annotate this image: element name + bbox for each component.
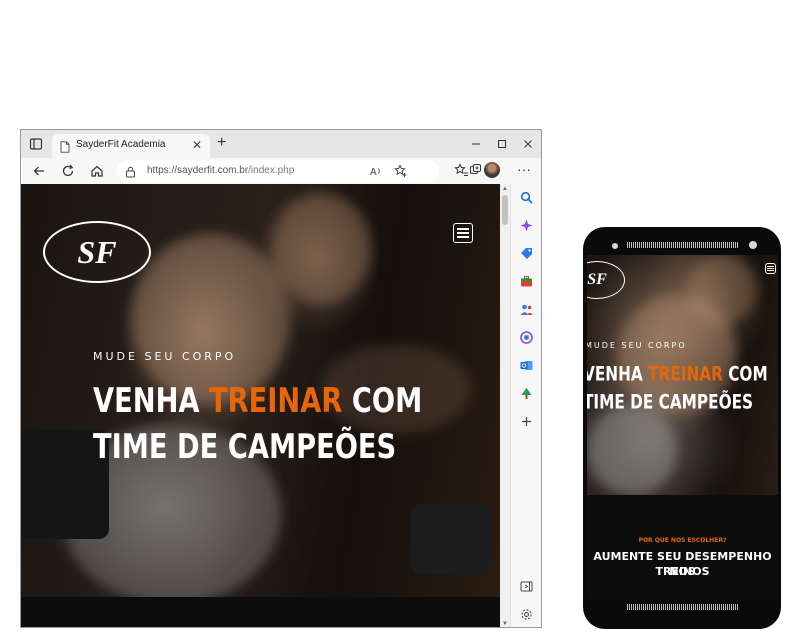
headline-accent: TREINAR — [648, 363, 723, 386]
tree-icon[interactable] — [520, 387, 533, 400]
search-icon[interactable] — [520, 191, 533, 204]
hero-photo-head — [271, 194, 371, 304]
sidebar-toggle-icon[interactable] — [520, 580, 533, 593]
plus-icon[interactable] — [520, 415, 533, 428]
read-aloud-icon[interactable]: A — [369, 164, 383, 183]
window-controls — [463, 130, 541, 158]
hero-headline-line2: TIME DE CAMPEÕES — [93, 428, 397, 467]
headline-post: COM — [722, 363, 768, 386]
section-dark-strip — [21, 597, 500, 627]
hero-kicker: MUDE SEU CORPO — [93, 350, 237, 363]
menu-line — [457, 228, 469, 230]
phone-mockup: SF MUDE SEU CORPO VENHA TREINAR COM TIME… — [583, 227, 781, 629]
people-icon[interactable] — [520, 303, 533, 316]
menu-line — [767, 266, 774, 267]
lock-icon[interactable] — [125, 165, 136, 183]
mobile-hero-banner: SF MUDE SEU CORPO VENHA TREINAR COM TIME… — [587, 255, 778, 495]
scroll-up-arrow[interactable]: ▲ — [502, 186, 508, 192]
url-host: https://sayderfit.com.br — [147, 165, 249, 176]
minimize-button[interactable] — [463, 130, 489, 158]
tab-actions-icon[interactable] — [29, 137, 43, 151]
scroll-thumb[interactable] — [502, 195, 508, 225]
phone-screen: SF MUDE SEU CORPO VENHA TREINAR COM TIME… — [587, 255, 778, 599]
star-plus-icon[interactable] — [394, 164, 408, 183]
edge-sidebar — [510, 184, 541, 627]
outlook-icon[interactable] — [520, 359, 533, 372]
page-viewport: SF MUDE SEU CORPO VENHA TREINAR COM TIME… — [21, 184, 500, 627]
phone-speaker-bottom — [627, 604, 739, 610]
briefcase-icon[interactable] — [520, 275, 533, 288]
maximize-button[interactable] — [489, 130, 515, 158]
scroll-down-arrow[interactable]: ▼ — [502, 621, 508, 627]
logo-text: SF — [77, 233, 117, 270]
close-window-button[interactable] — [515, 130, 541, 158]
browser-window: SayderFit Academia ✕ + https://sayderfit… — [20, 129, 542, 628]
phone-speaker-top — [627, 242, 739, 248]
headline-post: COM — [342, 382, 423, 421]
headline-pre: VENHA — [587, 363, 649, 386]
avatar-icon[interactable] — [484, 162, 500, 178]
mobile-hero-photo-legs — [587, 405, 677, 495]
document-icon — [60, 140, 70, 153]
address-url: https://sayderfit.com.br/index.php — [147, 165, 294, 176]
new-tab-button[interactable]: + — [217, 134, 226, 152]
headline-pre: VENHA — [93, 382, 210, 421]
tab-strip: SayderFit Academia ✕ + — [21, 130, 541, 158]
menu-line — [767, 268, 774, 269]
refresh-icon[interactable] — [60, 163, 76, 179]
arrow-left-icon[interactable] — [31, 163, 47, 179]
hero-photo-dumbbell-2 — [411, 504, 491, 574]
svg-text:A: A — [370, 167, 377, 178]
why-kicker: POR QUE NOS ESCOLHER? — [638, 537, 727, 544]
menu-line — [457, 236, 469, 238]
hero-banner: SF MUDE SEU CORPO VENHA TREINAR COM TIME… — [21, 184, 500, 597]
hamburger-menu-icon[interactable] — [453, 223, 473, 243]
collections-icon[interactable] — [469, 163, 482, 181]
tab-close-button[interactable]: ✕ — [192, 138, 202, 152]
url-path: /index.php — [248, 165, 295, 176]
copilot-icon[interactable] — [520, 219, 533, 232]
more-menu-button[interactable]: ··· — [517, 161, 531, 177]
tab-title: SayderFit Academia — [76, 139, 166, 150]
hero-headline-line1: VENHA TREINAR COM — [93, 382, 422, 421]
stage: SayderFit Academia ✕ + https://sayderfit… — [0, 0, 800, 640]
menu-line — [767, 270, 774, 271]
tab-sayderfit[interactable]: SayderFit Academia ✕ — [52, 134, 210, 158]
phone-sensor — [749, 241, 757, 249]
mobile-hamburger-menu-icon[interactable] — [765, 263, 776, 274]
office-icon[interactable] — [520, 331, 533, 344]
mobile-hero-headline-line2: TIME DE CAMPEÕES — [587, 391, 754, 414]
why-title-line2: TREINOS — [655, 565, 710, 578]
mobile-why-section: POR QUE NOS ESCOLHER? AUMENTE SEU DESEMP… — [587, 495, 778, 599]
menu-line — [457, 232, 469, 234]
site-logo[interactable]: SF — [43, 221, 151, 283]
hero-photo-torso — [131, 234, 291, 404]
mobile-hero-headline-line1: VENHA TREINAR COM — [587, 363, 768, 386]
star-list-icon[interactable] — [454, 163, 469, 183]
phone-camera — [612, 243, 618, 249]
address-bar[interactable]: https://sayderfit.com.br/index.php A — [117, 160, 439, 182]
gear-icon[interactable] — [520, 608, 533, 621]
vertical-scrollbar[interactable]: ▲ ▼ — [500, 184, 510, 627]
browser-toolbar: https://sayderfit.com.br/index.php A ··· — [21, 158, 541, 184]
mobile-hero-photo-head — [687, 255, 757, 325]
headline-accent: TREINAR — [209, 382, 343, 421]
home-icon[interactable] — [89, 163, 105, 179]
mobile-site-logo[interactable]: SF — [587, 261, 625, 299]
mobile-hero-kicker: MUDE SEU CORPO — [587, 341, 687, 350]
tag-icon[interactable] — [520, 247, 533, 260]
mobile-logo-text: SF — [587, 271, 607, 288]
